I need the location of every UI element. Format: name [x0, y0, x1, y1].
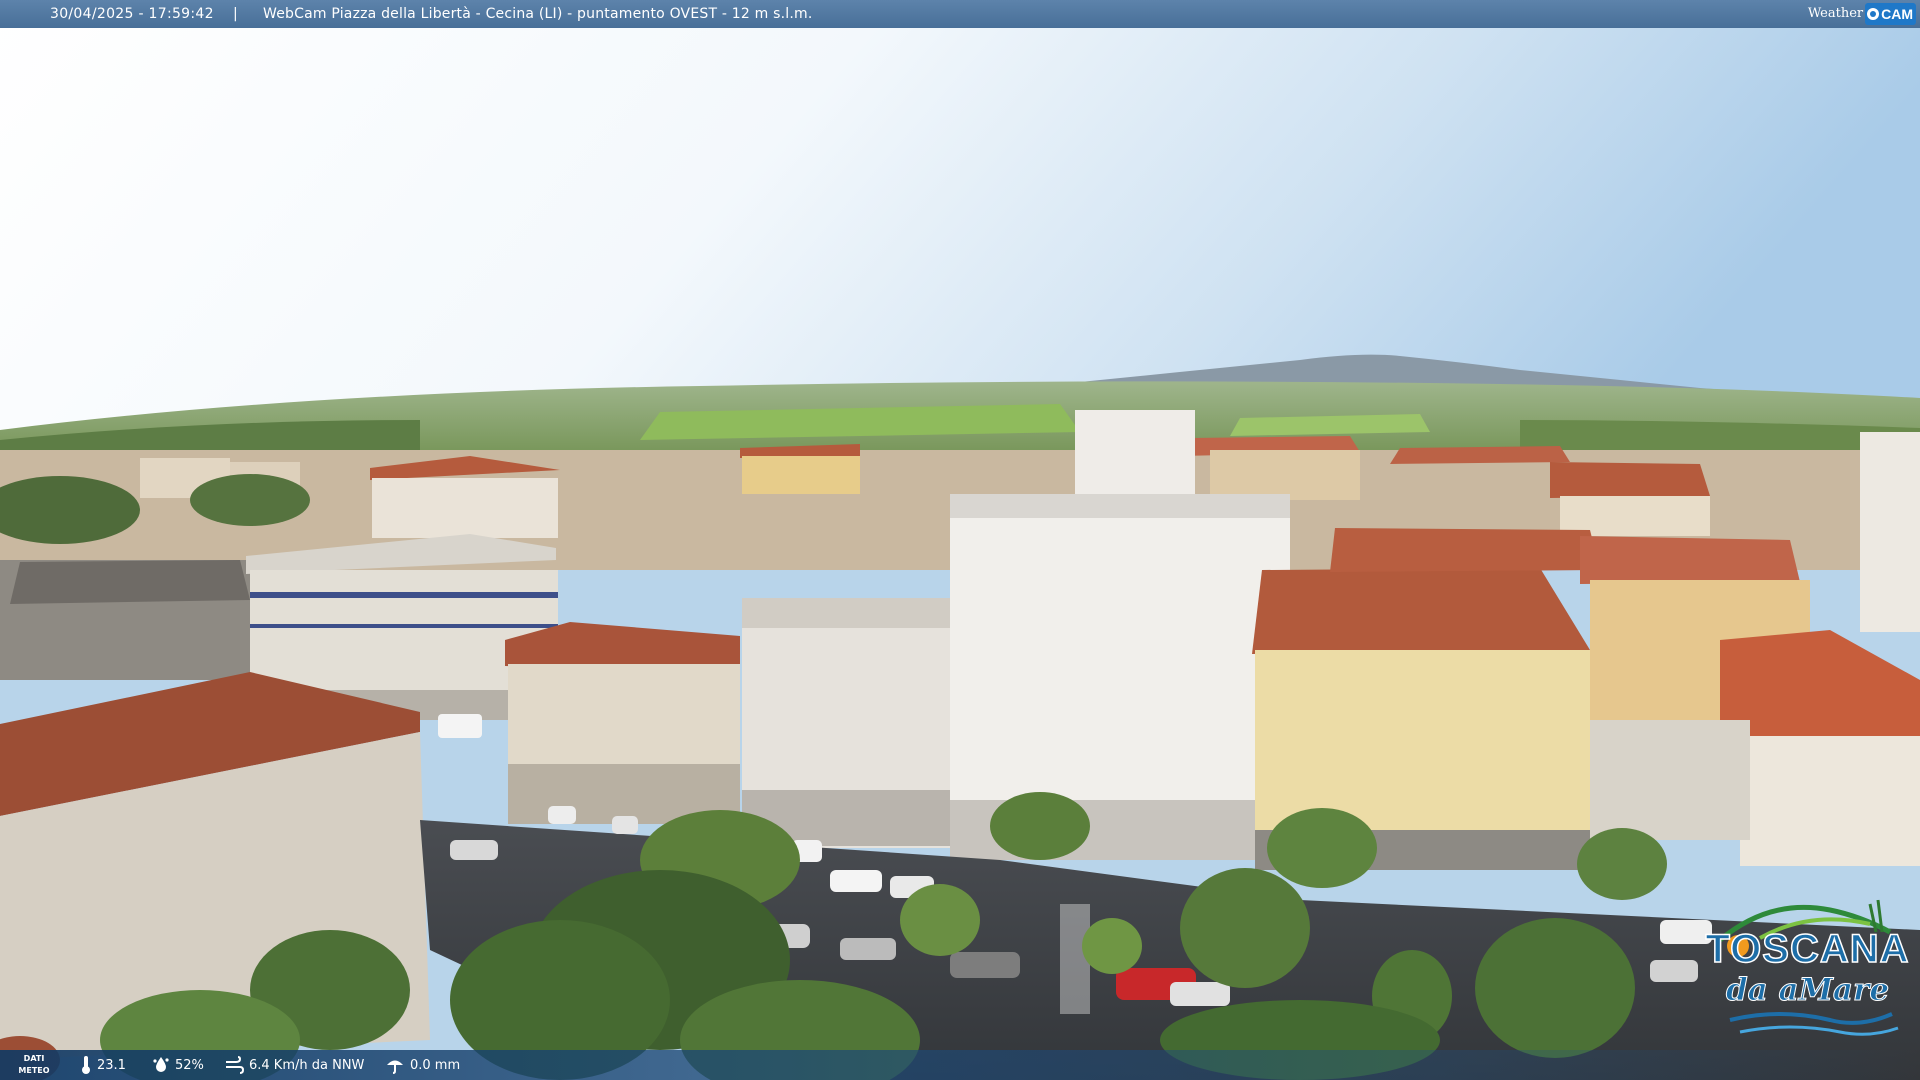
grey-roof-building [0, 560, 250, 680]
weathercam-logo-word: Weather [1807, 6, 1864, 21]
rain-value: 0.0 mm [410, 1057, 461, 1073]
weather-data-label: DATI METEO [18, 1054, 50, 1075]
humidity-value: 52% [175, 1057, 204, 1073]
weathercam-logo: Weather CAM [1808, 3, 1916, 25]
rain-gauge-icon [387, 1060, 403, 1074]
sky [0, 0, 1920, 440]
wind-readout: 6.4 Km/h da NNW [224, 1050, 364, 1080]
rain-readout: 0.0 mm [385, 1050, 460, 1080]
webcam-image [0, 0, 1920, 1080]
temperature-value: 23.1 [97, 1057, 126, 1073]
wind-value: 6.4 Km/h da NNW [249, 1057, 365, 1073]
mid-left-building [505, 622, 740, 824]
toscana-da-amare-logo: TOSCANA da aMare [1700, 880, 1915, 1055]
camera-eye-icon [1867, 8, 1880, 20]
webcam-title: WebCam Piazza della Libertà - Cecina (LI… [263, 6, 813, 22]
wind-icon [226, 1056, 244, 1074]
weather-data-bar: DATI METEO 23.1 52% 6.4 Km/h da NNW 0.0 … [0, 1050, 1920, 1080]
header-separator: | [233, 6, 238, 22]
weathercam-logo-cam: CAM [1881, 6, 1913, 22]
header-bar: 30/04/2025 - 17:59:42 | WebCam Piazza de… [0, 0, 1920, 28]
timestamp: 30/04/2025 - 17:59:42 [50, 6, 214, 22]
toscana-logo-word: TOSCANA [1705, 926, 1910, 972]
humidity-icon [153, 1057, 169, 1072]
humidity-readout: 52% [152, 1050, 204, 1080]
weathercam-badge: CAM [1865, 3, 1916, 25]
temperature-readout: 23.1 [80, 1050, 126, 1080]
toscana-logo-sub: da aMare [1725, 972, 1890, 1009]
thermometer-icon [82, 1056, 90, 1074]
terraced-building [742, 598, 952, 848]
